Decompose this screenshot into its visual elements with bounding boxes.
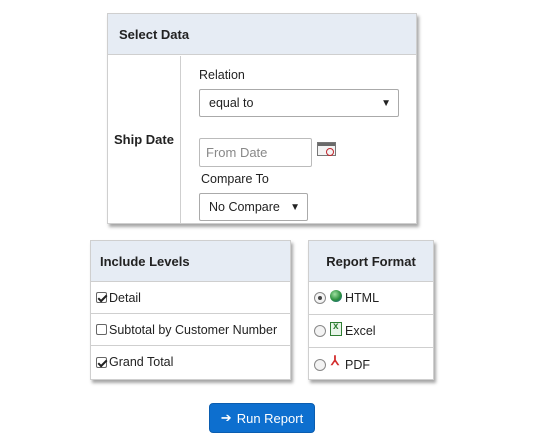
relation-value: equal to xyxy=(209,96,254,110)
html-radio[interactable] xyxy=(314,292,326,304)
ship-date-fields: Relation equal to ▼ From Date Compare To… xyxy=(181,56,416,223)
format-label: HTML xyxy=(345,291,380,305)
subtotal-checkbox[interactable] xyxy=(96,324,107,335)
report-format-title: Report Format xyxy=(309,241,433,282)
relation-label: Relation xyxy=(199,68,245,82)
relation-select[interactable]: equal to ▼ xyxy=(199,89,399,117)
format-option-excel[interactable]: Excel xyxy=(309,315,433,348)
report-format-panel: Report Format HTML Excel PDF xyxy=(308,240,434,380)
from-date-input[interactable]: From Date xyxy=(199,138,312,167)
grand-total-checkbox[interactable] xyxy=(96,356,107,368)
compare-value: No Compare xyxy=(209,200,280,214)
format-label: Excel xyxy=(345,324,376,338)
compare-select[interactable]: No Compare ▼ xyxy=(199,193,308,221)
level-item-detail[interactable]: Detail xyxy=(91,282,290,314)
ship-date-label: Ship Date xyxy=(108,56,181,223)
excel-radio[interactable] xyxy=(314,325,326,337)
detail-checkbox[interactable] xyxy=(96,292,107,303)
pdf-icon xyxy=(330,353,342,370)
format-option-html[interactable]: HTML xyxy=(309,282,433,315)
level-label: Detail xyxy=(109,290,141,305)
calendar-icon[interactable] xyxy=(317,142,336,156)
select-data-panel: Select Data Ship Date Relation equal to … xyxy=(107,13,417,224)
select-data-title: Select Data xyxy=(108,14,416,55)
level-item-subtotal[interactable]: Subtotal by Customer Number xyxy=(91,314,290,346)
level-label: Grand Total xyxy=(109,355,174,369)
compare-to-label: Compare To xyxy=(201,172,269,186)
chevron-down-icon: ▼ xyxy=(290,202,300,213)
include-levels-panel: Include Levels Detail Subtotal by Custom… xyxy=(90,240,291,380)
level-label: Subtotal by Customer Number xyxy=(109,322,278,337)
run-report-button[interactable]: ➔ Run Report xyxy=(209,403,315,433)
pdf-radio[interactable] xyxy=(314,358,326,371)
chevron-down-icon: ▼ xyxy=(381,98,391,109)
format-label: PDF xyxy=(345,357,370,372)
include-levels-title: Include Levels xyxy=(91,241,290,282)
level-item-grand-total[interactable]: Grand Total xyxy=(91,346,290,378)
run-report-label: Run Report xyxy=(236,410,304,426)
excel-icon xyxy=(330,321,342,336)
format-option-pdf[interactable]: PDF xyxy=(309,348,433,381)
arrow-right-icon: ➔ xyxy=(220,410,232,425)
html-globe-icon xyxy=(330,290,342,302)
